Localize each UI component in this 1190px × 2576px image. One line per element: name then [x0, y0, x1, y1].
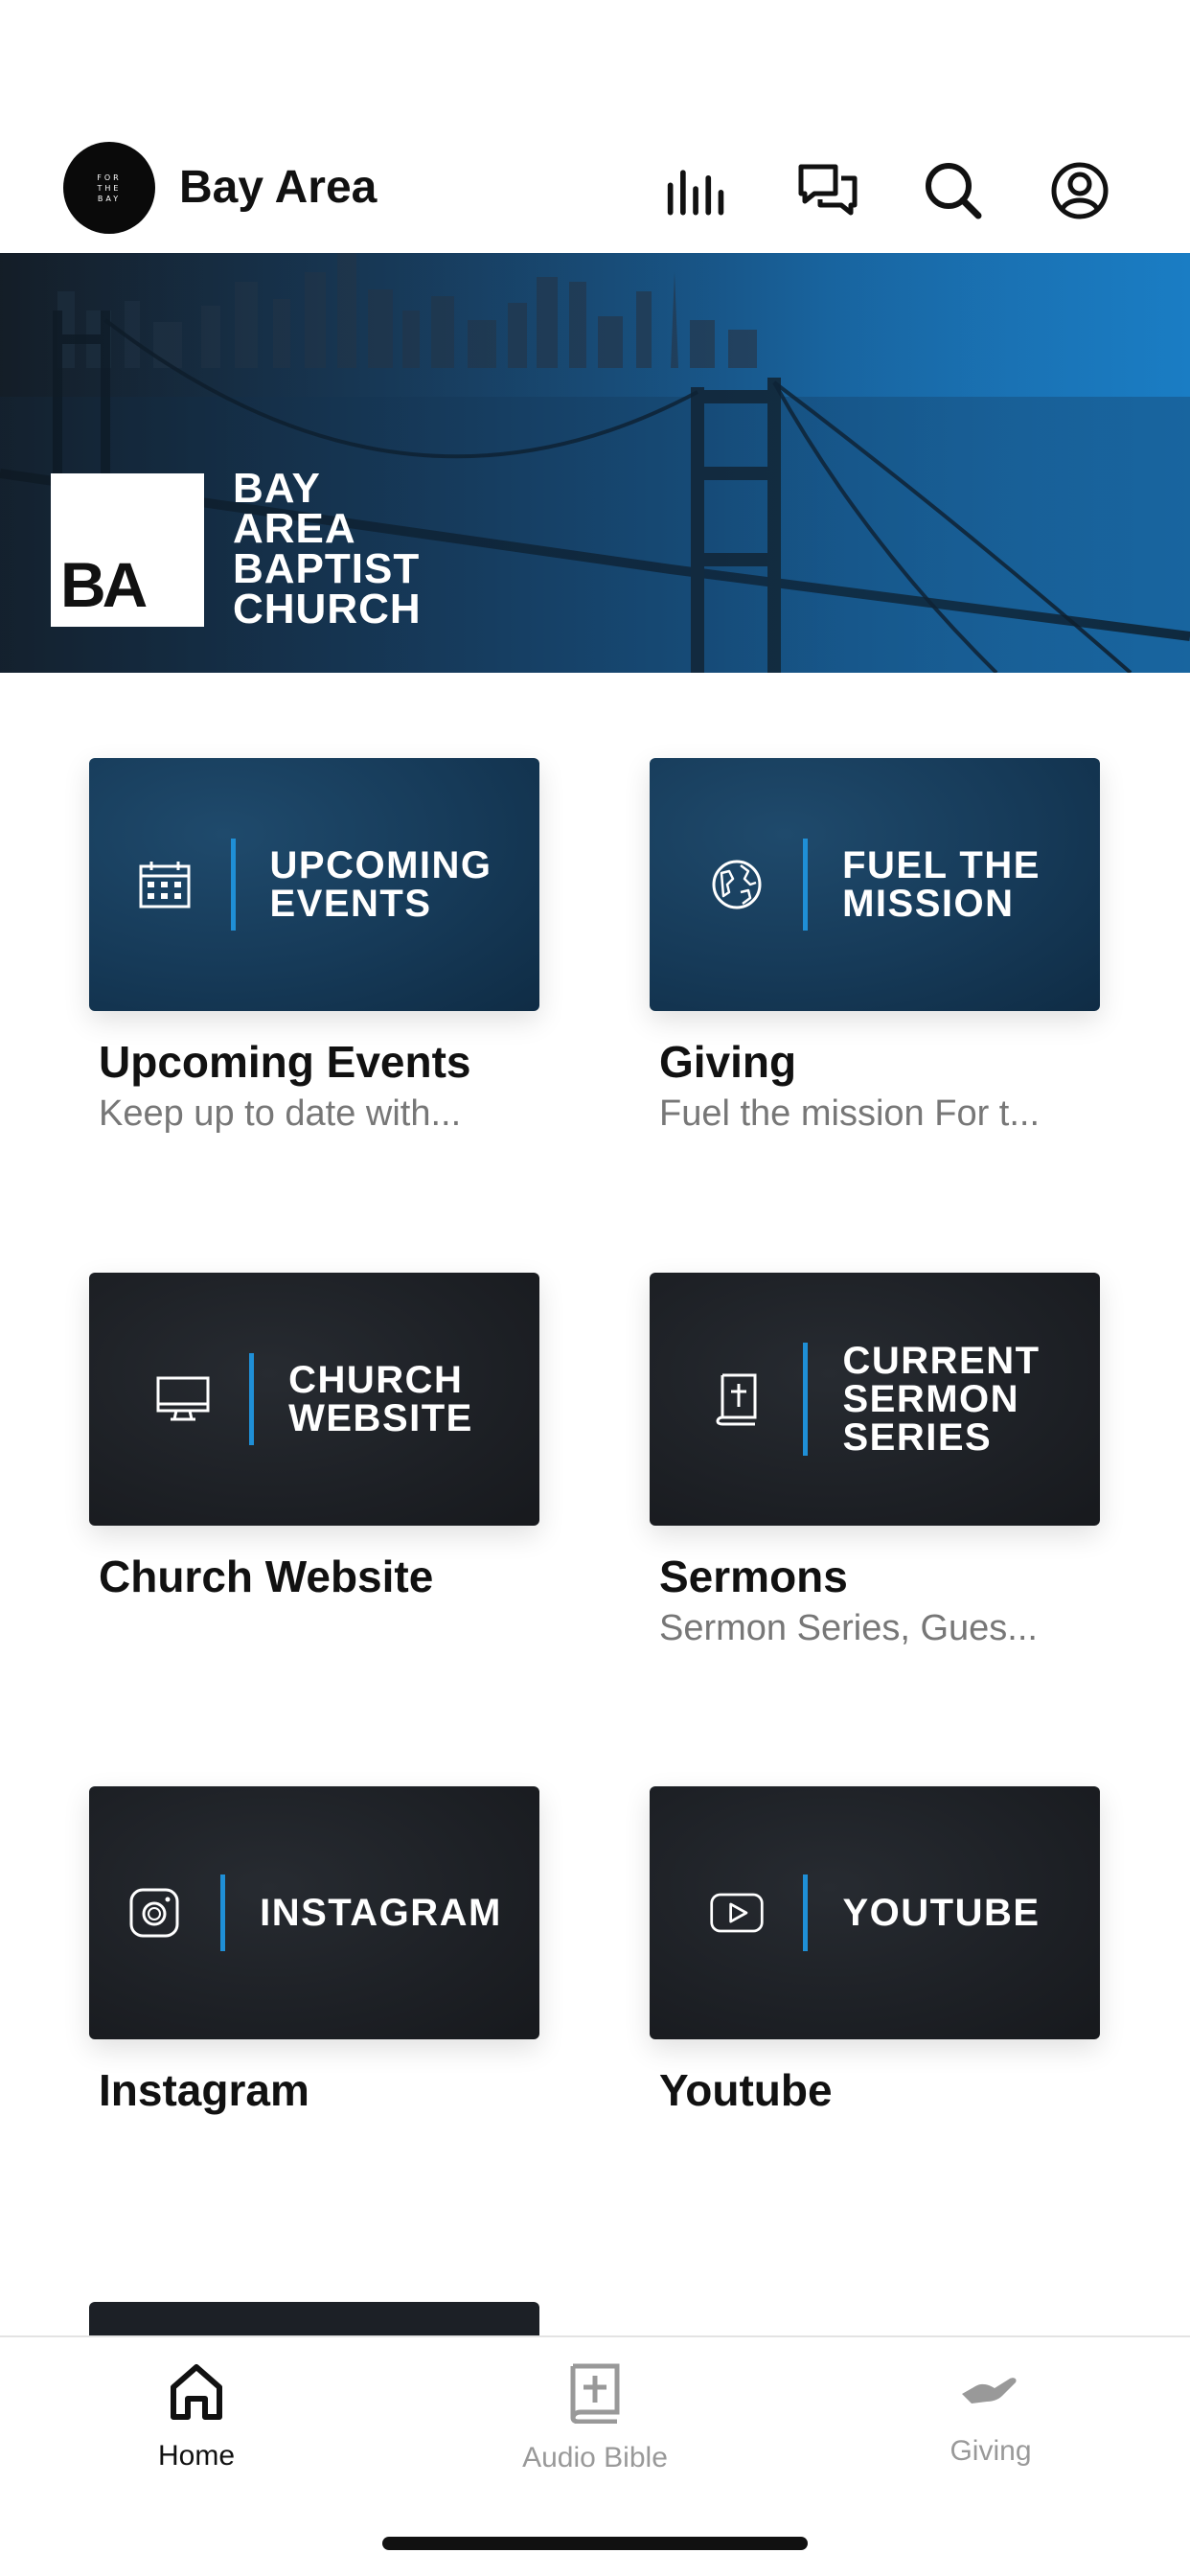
logo-line: BAY — [97, 194, 122, 203]
accent-bar — [803, 1343, 809, 1456]
tab-label: Home — [157, 2440, 236, 2472]
tile-subtitle: Sermon Series, Gues... — [659, 1608, 1038, 1648]
globe-icon — [709, 857, 765, 912]
card-heading: YOUTUBE — [842, 1892, 1041, 1934]
card-heading: CHURCH WEBSITE — [288, 1359, 473, 1439]
home-icon — [169, 2362, 224, 2426]
tile-church-website[interactable]: CHURCH WEBSITE Church Website — [89, 1273, 539, 1602]
tile-card[interactable]: CURRENT SERMON SERIES — [650, 1273, 1100, 1526]
search-icon[interactable] — [922, 159, 985, 222]
tile-title: Upcoming Events — [99, 1037, 471, 1087]
church-logo[interactable]: FOR THE BAY — [63, 142, 155, 234]
tile-card[interactable]: YOUTUBE — [650, 1786, 1100, 2039]
card-heading: FUEL THE MISSION — [842, 844, 1041, 925]
youtube-icon — [709, 1885, 765, 1941]
instagram-icon — [126, 1885, 182, 1941]
tile-title: Youtube — [659, 2065, 833, 2115]
app-header: FOR THE BAY Bay Area — [0, 134, 1190, 247]
tile-sermons[interactable]: CURRENT SERMON SERIES Sermons Sermon Ser… — [650, 1273, 1100, 1649]
monitor-icon — [155, 1371, 211, 1427]
logo-line: FOR — [97, 172, 122, 182]
church-name: BAY AREA BAPTIST CHURCH — [233, 465, 422, 632]
home-indicator[interactable] — [382, 2537, 808, 2550]
hero-banner: BA BAY AREA BAPTIST CHURCH — [0, 253, 1190, 673]
tile-title: Sermons — [659, 1552, 848, 1601]
profile-icon[interactable] — [1048, 159, 1111, 222]
tab-label: Giving — [950, 2435, 1032, 2467]
logo-line: THE — [97, 183, 122, 193]
tile-card[interactable]: CHURCH WEBSITE — [89, 1273, 539, 1526]
tile-title: Giving — [659, 1037, 797, 1087]
tile-card[interactable]: FUEL THE MISSION — [650, 758, 1100, 1011]
church-name-line: BAY — [233, 465, 321, 512]
church-name-line: CHURCH — [233, 586, 422, 632]
accent-bar — [249, 1353, 255, 1445]
giving-hand-icon — [960, 2362, 1021, 2422]
tile-youtube[interactable]: YOUTUBE Youtube — [650, 1786, 1100, 2116]
bible-plus-icon — [569, 2362, 621, 2428]
tab-audio-bible[interactable]: Audio Bible — [451, 2362, 739, 2474]
tile-subtitle: Keep up to date with... — [99, 1093, 462, 1134]
tile-card[interactable]: UPCOMING EVENTS — [89, 758, 539, 1011]
card-heading: UPCOMING EVENTS — [269, 844, 492, 925]
chat-icon[interactable] — [796, 159, 859, 222]
audio-bars-icon[interactable] — [665, 159, 728, 222]
logo-mark-text: BA — [60, 549, 148, 620]
tile-upcoming-events[interactable]: UPCOMING EVENTS Upcoming Events Keep up … — [89, 758, 539, 1135]
tile-title: Church Website — [99, 1552, 434, 1601]
app-title: Bay Area — [179, 162, 378, 213]
church-name-line: BAPTIST — [233, 545, 421, 592]
tab-giving[interactable]: Giving — [847, 2362, 1134, 2468]
bible-icon — [709, 1371, 765, 1427]
calendar-icon — [137, 857, 193, 912]
tile-giving[interactable]: FUEL THE MISSION Giving Fuel the mission… — [650, 758, 1100, 1135]
tile-card-partial[interactable] — [89, 2302, 539, 2340]
church-name-line: AREA — [233, 505, 356, 552]
tile-subtitle: Fuel the mission For t... — [659, 1093, 1041, 1134]
tab-home[interactable]: Home — [53, 2362, 340, 2472]
card-heading: CURRENT SERMON SERIES — [842, 1340, 1041, 1459]
accent-bar — [230, 839, 236, 931]
tile-title: Instagram — [99, 2065, 309, 2115]
church-logo-mark: BA — [51, 473, 204, 627]
card-heading: INSTAGRAM — [260, 1892, 502, 1934]
accent-bar — [803, 1874, 809, 1951]
accent-bar — [220, 1874, 226, 1951]
tile-instagram[interactable]: INSTAGRAM Instagram — [89, 1786, 539, 2116]
accent-bar — [803, 839, 809, 931]
tile-card[interactable]: INSTAGRAM — [89, 1786, 539, 2039]
tab-label: Audio Bible — [522, 2442, 668, 2473]
